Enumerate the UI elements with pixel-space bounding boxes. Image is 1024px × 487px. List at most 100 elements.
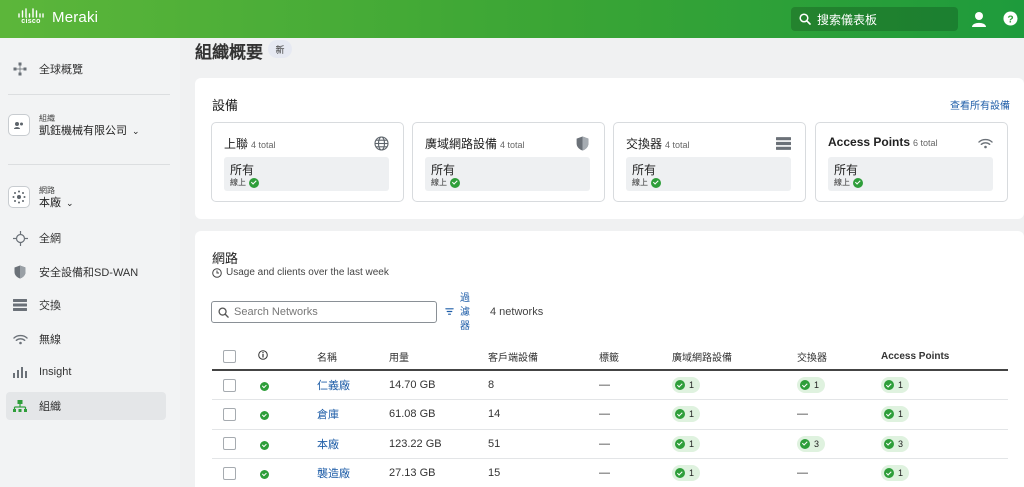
cisco-wordmark: cisco <box>21 18 41 25</box>
ap-count: 3 <box>898 438 904 449</box>
device-status-summary[interactable]: 所有 線上 <box>828 157 993 191</box>
org-selector[interactable]: 組織 凱鈺機械有限公司 ⌄ <box>8 114 140 138</box>
sidebar-item-wireless[interactable]: 無線 <box>6 325 166 353</box>
online-check-icon <box>884 438 894 449</box>
network-badge-icon <box>8 186 30 208</box>
column-header-usage[interactable]: 用量 <box>389 343 488 371</box>
ap-count-pill[interactable]: 3 <box>881 435 910 452</box>
device-filter-all: 所有 <box>230 163 255 177</box>
network-name-link[interactable]: 仁義廠 <box>317 370 389 400</box>
network-search-field[interactable] <box>211 301 437 323</box>
chevron-down-icon: ⌄ <box>66 198 74 208</box>
device-status-summary[interactable]: 所有 線上 <box>626 157 791 191</box>
online-status-icon <box>260 382 269 391</box>
column-header-access-points[interactable]: Access Points <box>881 343 1008 371</box>
device-card-wan-appliances[interactable]: 廣域網路設備 4 total 所有 線上 <box>412 122 605 202</box>
device-card-total: 6 total <box>913 138 938 148</box>
table-row: 本廠 123.22 GB 51 — 1 3 3 <box>212 429 1008 459</box>
sidebar-divider <box>8 94 170 95</box>
network-clients: 14 <box>488 399 599 430</box>
row-checkbox[interactable] <box>223 437 236 451</box>
sidebar-item-organization[interactable]: 組織 <box>6 392 166 420</box>
network-search-input[interactable] <box>234 306 424 318</box>
wan-count: 1 <box>689 468 695 479</box>
sidebar-item-label: 無線 <box>39 334 61 346</box>
help-icon[interactable]: ? <box>1003 11 1018 26</box>
switch-count: 3 <box>814 438 820 449</box>
ap-count: 1 <box>898 380 904 390</box>
organization-badge-icon <box>8 114 30 136</box>
cisco-logo: cisco <box>18 8 44 26</box>
brand-name: Meraki <box>52 8 99 26</box>
view-all-devices-link[interactable]: 查看所有設備 <box>950 97 1010 112</box>
sidebar-item-network-wide[interactable]: 全網 <box>6 224 166 252</box>
switch-count: — <box>797 458 881 487</box>
device-status-summary[interactable]: 所有 線上 <box>425 157 590 191</box>
row-checkbox[interactable] <box>223 378 236 392</box>
column-header-wan-appliances[interactable]: 廣域網路設備 <box>672 343 797 371</box>
shield-icon <box>12 264 28 280</box>
sidebar-divider <box>8 164 170 165</box>
column-header-tags[interactable]: 標籤 <box>599 343 672 371</box>
online-check-icon <box>884 409 894 420</box>
switch-count-pill[interactable]: 3 <box>797 435 826 452</box>
network-selector[interactable]: 網路 本廠 ⌄ <box>8 186 74 210</box>
network-name-link[interactable]: 襲造廠 <box>317 458 389 487</box>
search-icon <box>799 13 811 25</box>
sidebar-item-global-overview[interactable]: 全球概覽 <box>6 55 166 83</box>
device-status-text: 線上 <box>834 178 850 187</box>
sidebar-item-label: 安全設備和SD-WAN <box>39 267 139 279</box>
wan-count-pill[interactable]: 1 <box>672 435 701 452</box>
wifi-icon <box>978 138 993 149</box>
sidebar-item-security-sdwan[interactable]: 安全設備和SD-WAN <box>6 258 166 286</box>
row-checkbox[interactable] <box>223 466 236 480</box>
column-header-name[interactable]: 名稱 <box>317 343 389 371</box>
row-checkbox[interactable] <box>223 407 236 421</box>
network-name-link[interactable]: 倉庫 <box>317 399 389 430</box>
user-icon[interactable] <box>970 10 988 28</box>
sidebar-item-insight[interactable]: Insight <box>6 358 166 386</box>
wan-count-pill[interactable]: 1 <box>672 406 701 423</box>
device-card-name: 上聯 <box>224 137 249 151</box>
filter-button[interactable]: 過濾器 <box>459 292 471 334</box>
ap-count: 1 <box>898 409 904 420</box>
shield-icon <box>576 136 589 151</box>
device-card-access-points[interactable]: Access Points 6 total 所有 線上 <box>815 122 1008 202</box>
organization-icon <box>12 398 28 414</box>
ap-count-pill[interactable]: 1 <box>881 377 910 393</box>
ap-count-pill[interactable]: 1 <box>881 406 910 423</box>
device-card-uplinks[interactable]: 上聯 4 total 所有 線上 <box>211 122 404 202</box>
chevron-down-icon: ⌄ <box>132 126 140 136</box>
switch-count-pill[interactable]: 1 <box>797 377 826 393</box>
org-name: 凱鈺機械有限公司 <box>39 125 127 137</box>
device-filter-all: 所有 <box>834 163 859 177</box>
device-status-summary[interactable]: 所有 線上 <box>224 157 389 191</box>
wan-count-pill[interactable]: 1 <box>672 465 701 482</box>
meraki-logo[interactable]: cisco Meraki <box>18 8 98 26</box>
online-check-icon <box>450 177 460 188</box>
ap-count-pill[interactable]: 1 <box>881 465 910 482</box>
network-tags: — <box>599 399 672 430</box>
device-card-name: 廣域網路設備 <box>425 137 498 151</box>
device-card-switches[interactable]: 交換器 4 total 所有 線上 <box>613 122 806 202</box>
online-check-icon <box>853 177 863 188</box>
page-title: 組織概要 <box>195 43 263 62</box>
table-row: 仁義廠 14.70 GB 8 — 1 1 1 <box>212 370 1008 400</box>
wan-count-pill[interactable]: 1 <box>672 377 701 393</box>
select-all-checkbox[interactable] <box>223 349 236 363</box>
online-status-icon <box>260 470 269 480</box>
table-row: 倉庫 61.08 GB 14 — 1 — 1 <box>212 399 1008 430</box>
network-name-link[interactable]: 本廠 <box>317 429 389 459</box>
column-header-switches[interactable]: 交換器 <box>797 343 881 371</box>
global-overview-icon <box>12 61 28 77</box>
network-tags: — <box>599 429 672 459</box>
svg-text:?: ? <box>1007 14 1013 25</box>
column-header-clients[interactable]: 客戶端設備 <box>488 343 599 371</box>
network-usage: 123.22 GB <box>389 429 488 459</box>
online-check-icon <box>675 438 685 449</box>
online-check-icon <box>675 468 685 479</box>
dashboard-search[interactable]: 搜索儀表板 <box>791 7 958 31</box>
switch-icon <box>12 297 28 313</box>
sidebar-item-switching[interactable]: 交換 <box>6 291 166 319</box>
filter-icon[interactable] <box>445 307 454 316</box>
